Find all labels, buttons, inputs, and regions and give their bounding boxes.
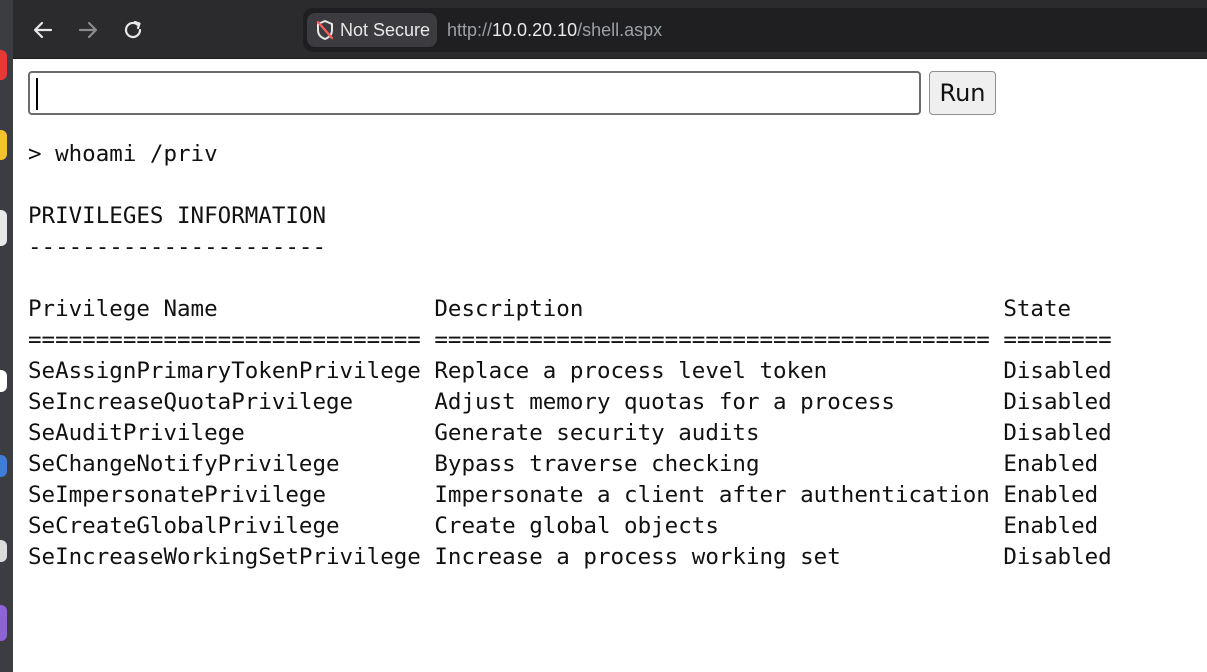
privilege-name: SeAuditPrivilege [28,420,435,446]
privilege-row: SeIncreaseWorkingSetPrivilege Increase a… [28,542,1112,573]
privilege-row: SeAuditPrivilege Generate security audit… [28,418,1112,449]
privilege-description: Generate security audits [434,420,1004,446]
reload-icon [124,20,142,39]
output-heading: PRIVILEGES INFORMATION [28,203,327,229]
privilege-row: SeIncreaseQuotaPrivilege Adjust memory q… [28,387,1112,418]
privilege-name: SeChangeNotifyPrivilege [28,451,435,477]
url-text[interactable]: http://10.0.20.10/shell.aspx [447,20,662,41]
desktop-dock [0,0,13,672]
privilege-state: Disabled [1003,544,1112,570]
address-bar[interactable]: Not Secure http://10.0.20.10/shell.aspx [303,8,1207,52]
privilege-row: SeCreateGlobalPrivilege Create global ob… [28,511,1112,542]
privilege-description: Replace a process level token [434,358,1004,384]
forward-button[interactable] [72,14,104,46]
dock-app-icon[interactable] [0,370,7,392]
privilege-state: Enabled [1003,482,1099,508]
separator-description: ========================================… [434,327,1004,353]
column-header-state: State [1003,296,1072,322]
security-indicator[interactable]: Not Secure [307,13,437,47]
separator-row: ============================= ==========… [28,325,1112,356]
url-host: 10.0.20.10 [492,20,578,40]
dock-app-icon[interactable] [0,540,7,562]
privilege-description: Increase a process working set [434,544,1004,570]
privilege-description: Bypass traverse checking [434,451,1004,477]
privilege-row: SeChangeNotifyPrivilege Bypass traverse … [28,449,1112,480]
privilege-name: SeCreateGlobalPrivilege [28,513,435,539]
privilege-state: Disabled [1003,358,1112,384]
privilege-state: Disabled [1003,420,1112,446]
dock-app-icon[interactable] [0,455,7,477]
dock-app-icon[interactable] [0,130,7,160]
privilege-name: SeIncreaseWorkingSetPrivilege [28,544,435,570]
back-button[interactable] [27,14,59,46]
reload-button[interactable] [117,14,149,46]
command-output: > whoami /priv PRIVILEGES INFORMATION ----… [28,139,1112,573]
not-secure-shield-icon [316,20,334,40]
run-button[interactable]: Run [929,71,996,115]
column-header-row: Privilege Name Description State [28,294,1112,325]
column-header-description: Description [434,296,1004,322]
url-path: /shell.aspx [577,20,663,40]
separator-state: ======== [1003,327,1112,353]
privilege-name: SeAssignPrimaryTokenPrivilege [28,358,435,384]
column-header-name: Privilege Name [28,296,435,322]
privilege-state: Disabled [1003,389,1112,415]
browser-toolbar: Not Secure http://10.0.20.10/shell.aspx [13,0,1207,59]
page-content: Run > whoami /priv PRIVILEGES INFORMATION… [13,59,1207,672]
forward-arrow-icon [78,21,98,39]
url-scheme: http:// [447,20,493,40]
text-caret [36,78,38,110]
dock-app-icon[interactable] [0,50,7,80]
security-label: Not Secure [340,19,431,40]
separator-name: ============================= [28,327,435,353]
privilege-description: Impersonate a client after authenticatio… [434,482,1004,508]
privilege-row: SeAssignPrimaryTokenPrivilege Replace a … [28,356,1112,387]
back-arrow-icon [33,21,53,39]
privilege-state: Enabled [1003,451,1099,477]
privilege-name: SeIncreaseQuotaPrivilege [28,389,435,415]
privilege-description: Create global objects [434,513,1004,539]
output-heading-rule: ---------------------- [28,234,327,260]
privilege-description: Adjust memory quotas for a process [434,389,1004,415]
privilege-rows: SeAssignPrimaryTokenPrivilege Replace a … [28,356,1112,573]
command-input[interactable] [28,71,921,115]
dock-app-icon[interactable] [0,210,7,246]
privilege-row: SeImpersonatePrivilege Impersonate a cli… [28,480,1112,511]
privilege-name: SeImpersonatePrivilege [28,482,435,508]
dock-app-icon[interactable] [0,605,7,641]
command-echo: > whoami /priv [28,141,218,167]
privilege-state: Enabled [1003,513,1099,539]
